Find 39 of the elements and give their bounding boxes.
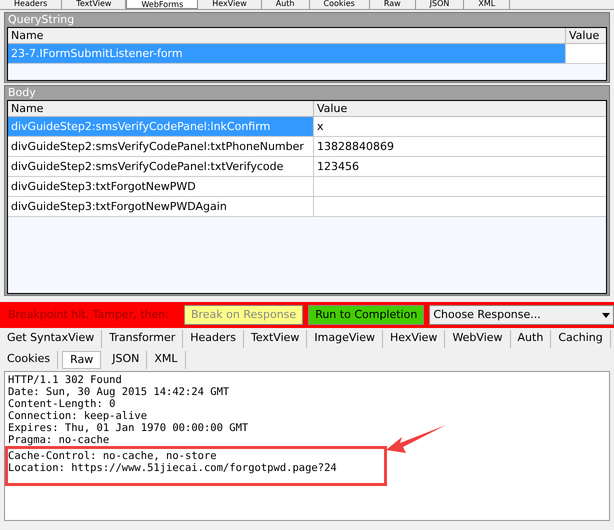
tab[interactable]: Headers — [183, 330, 244, 348]
tab[interactable]: XML — [147, 351, 186, 369]
column-header: Name — [8, 101, 314, 116]
tab[interactable]: TextView — [244, 330, 308, 348]
tab[interactable]: XML — [464, 0, 510, 9]
tab[interactable]: HexView — [198, 0, 262, 9]
tab[interactable]: Auth — [510, 330, 552, 348]
tab[interactable]: WebView — [445, 330, 511, 348]
tab[interactable]: Auth — [262, 0, 310, 9]
tab[interactable]: JSON — [416, 0, 464, 9]
run-to-completion-button[interactable]: Run to Completion — [308, 305, 424, 325]
column-header: Value — [316, 101, 348, 116]
column-header: Value — [568, 28, 600, 43]
breakpoint-message: Breakpoint hit. Tamper, then: — [8, 306, 169, 323]
code-line: Date: Sun, 30 Aug 2015 14:42:24 GMT — [8, 386, 230, 398]
tab[interactable]: Cookies — [0, 351, 58, 369]
tab[interactable]: Raw — [62, 351, 102, 369]
code-line: Cache-Control: no-cache, no-store — [8, 450, 218, 462]
tab[interactable]: Caching — [551, 330, 611, 348]
code-line: Content-Length: 0 — [8, 398, 116, 410]
tab[interactable]: ImageView — [307, 330, 383, 348]
code-line: Location: https://www.51jiecai.com/forgotpwd.page?24 — [8, 462, 338, 474]
column-header: Name — [8, 28, 566, 43]
tab[interactable]: Headers — [0, 0, 62, 9]
tab[interactable]: Get SyntaxView — [0, 330, 102, 348]
caret-icon — [602, 312, 610, 318]
tab[interactable]: Cookies — [310, 0, 370, 9]
code-line: Expires: Thu, 01 Jan 1970 00:00:00 GMT — [8, 422, 250, 434]
tab[interactable]: Transformer — [102, 330, 184, 348]
tab[interactable]: Raw — [370, 0, 416, 9]
dropdown-value: Choose Response... — [433, 306, 541, 323]
code-line: HTTP/1.1 302 Found — [8, 374, 123, 386]
tab[interactable]: WebForms — [126, 0, 198, 9]
arrow-annotation — [386, 425, 446, 455]
code-line: Pragma: no-cache — [8, 434, 110, 446]
code-line: Connection: keep-alive — [8, 410, 148, 422]
response-dropdown[interactable]: Choose Response... — [429, 305, 614, 325]
tab[interactable]: JSON — [105, 351, 148, 369]
tab[interactable]: HexView — [382, 330, 446, 348]
